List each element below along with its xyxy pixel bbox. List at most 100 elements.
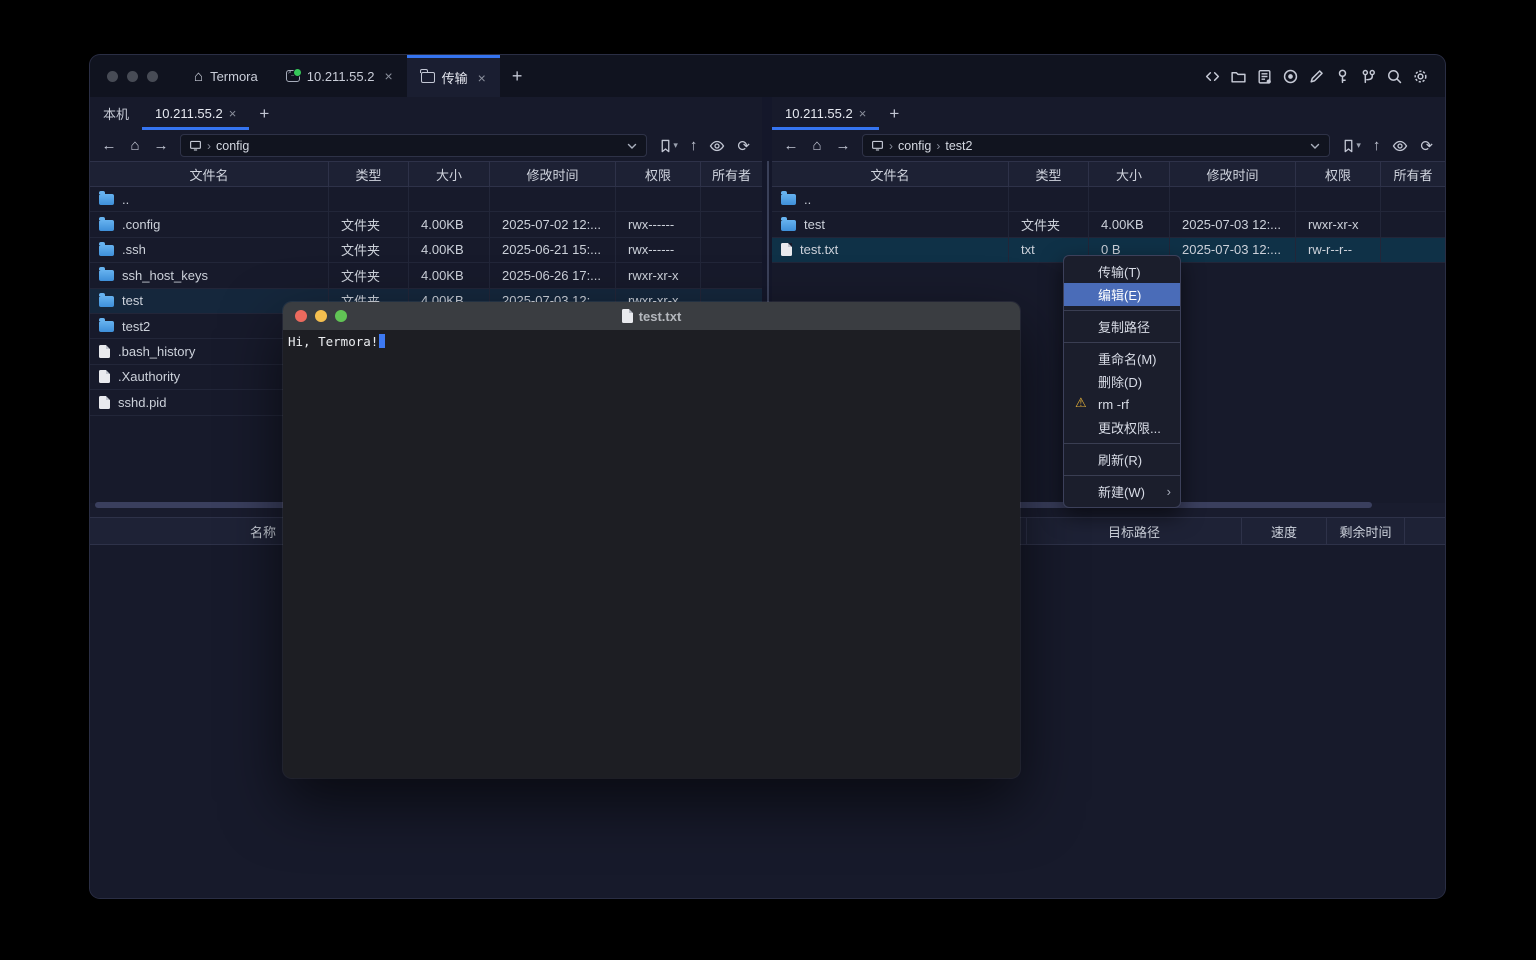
upload-icon[interactable]: ↑ <box>1369 137 1385 154</box>
forward-icon[interactable]: → <box>150 138 172 153</box>
tab-session[interactable]: 10.211.55.2 × <box>272 55 407 97</box>
keychain-icon[interactable] <box>1360 68 1377 85</box>
menu-item-label: rm -rf <box>1098 397 1129 412</box>
bookmark-icon[interactable]: ▾ <box>655 139 682 153</box>
close-window-button[interactable] <box>107 71 118 82</box>
search-icon[interactable] <box>1386 68 1403 85</box>
table-row[interactable]: .config 文件夹 4.00KB 2025-07-02 12:... rwx… <box>90 212 762 237</box>
menu-item-edit[interactable]: 编辑(E) <box>1064 283 1180 306</box>
close-icon[interactable]: × <box>229 106 237 121</box>
column-header-name[interactable]: 文件名 <box>772 162 1009 186</box>
table-row[interactable]: .. <box>90 187 762 212</box>
folder-icon[interactable] <box>1230 68 1247 85</box>
menu-item-rename[interactable]: 重命名(M) <box>1064 347 1180 370</box>
column-header-size[interactable]: 大小 <box>409 162 490 186</box>
file-size <box>409 187 490 211</box>
close-icon[interactable]: × <box>478 70 486 86</box>
table-row[interactable]: .. <box>772 187 1445 212</box>
back-icon[interactable]: ← <box>780 138 802 153</box>
close-window-button[interactable] <box>295 310 307 322</box>
record-icon[interactable] <box>1282 68 1299 85</box>
menu-item-rm-rf[interactable]: ⚠ rm -rf <box>1064 393 1180 416</box>
table-row[interactable]: .ssh 文件夹 4.00KB 2025-06-21 15:... rwx---… <box>90 238 762 263</box>
zoom-window-button[interactable] <box>147 71 158 82</box>
show-hidden-icon[interactable] <box>705 138 729 154</box>
minimize-window-button[interactable] <box>127 71 138 82</box>
folder-icon <box>99 245 114 256</box>
file-icon <box>781 243 792 256</box>
caret-down-icon[interactable]: ▾ <box>673 140 678 151</box>
table-row[interactable]: ssh_host_keys 文件夹 4.00KB 2025-06-26 17:.… <box>90 263 762 288</box>
refresh-icon[interactable]: ⟳ <box>733 137 754 155</box>
column-header-owner[interactable]: 所有者 <box>701 162 762 186</box>
edit-icon[interactable] <box>1308 68 1325 85</box>
minimize-window-button[interactable] <box>315 310 327 322</box>
upload-icon[interactable]: ↑ <box>686 137 702 154</box>
key-icon[interactable] <box>1334 68 1351 85</box>
file-perm: rwx------ <box>616 212 701 236</box>
breadcrumb-segment[interactable]: test2 <box>945 139 972 153</box>
column-header-type[interactable]: 类型 <box>1009 162 1089 186</box>
caret-down-icon[interactable]: ▾ <box>1356 140 1361 151</box>
new-panel-tab-button[interactable]: + <box>879 97 909 130</box>
zoom-window-button[interactable] <box>335 310 347 322</box>
transfer-column-remaining[interactable]: 剩余时间 <box>1327 518 1405 544</box>
column-header-type[interactable]: 类型 <box>329 162 409 186</box>
file-size: 4.00KB <box>409 263 490 287</box>
breadcrumb-segment[interactable]: config <box>898 139 931 153</box>
bookmark-icon[interactable]: ▾ <box>1338 139 1365 153</box>
close-icon[interactable]: × <box>384 68 392 84</box>
right-path-field[interactable]: › config › test2 <box>862 134 1330 157</box>
tab-transfer[interactable]: 传输 × <box>407 55 500 97</box>
file-name: .. <box>804 192 811 207</box>
menu-item-refresh[interactable]: 刷新(R) <box>1064 448 1180 471</box>
column-header-perm[interactable]: 权限 <box>1296 162 1381 186</box>
column-header-name[interactable]: 文件名 <box>90 162 329 186</box>
editor-content[interactable]: Hi, Termora! <box>283 330 1020 353</box>
column-header-mtime[interactable]: 修改时间 <box>1170 162 1296 186</box>
chevron-down-icon[interactable] <box>626 140 638 152</box>
show-hidden-icon[interactable] <box>1388 138 1412 154</box>
menu-item-transfer[interactable]: 传输(T) <box>1064 260 1180 283</box>
file-perm <box>616 187 701 211</box>
settings-icon[interactable] <box>1412 68 1429 85</box>
editor-title: test.txt <box>639 309 682 324</box>
tab-left-session[interactable]: 10.211.55.2 × <box>142 97 249 130</box>
new-panel-tab-button[interactable]: + <box>249 97 279 130</box>
column-header-perm[interactable]: 权限 <box>616 162 701 186</box>
file-mtime: 2025-06-26 17:... <box>490 263 616 287</box>
transfer-column-speed[interactable]: 速度 <box>1242 518 1327 544</box>
transfer-column-target[interactable]: 目标路径 <box>1027 518 1242 544</box>
log-icon[interactable] <box>1256 68 1273 85</box>
tab-right-session-label: 10.211.55.2 <box>785 106 853 121</box>
menu-item-new[interactable]: 新建(W) › <box>1064 480 1180 503</box>
tab-local[interactable]: 本机 <box>90 97 142 130</box>
tab-right-session[interactable]: 10.211.55.2 × <box>772 97 879 130</box>
menu-item-delete[interactable]: 删除(D) <box>1064 370 1180 393</box>
menu-item-change-permissions[interactable]: 更改权限... <box>1064 416 1180 439</box>
file-size: 4.00KB <box>409 212 490 236</box>
column-header-owner[interactable]: 所有者 <box>1381 162 1445 186</box>
left-path-field[interactable]: › config <box>180 134 647 157</box>
new-tab-button[interactable]: + <box>500 55 535 97</box>
code-icon[interactable] <box>1204 68 1221 85</box>
home-icon[interactable]: ⌂ <box>124 138 146 153</box>
back-icon[interactable]: ← <box>98 138 120 153</box>
column-header-mtime[interactable]: 修改时间 <box>490 162 616 186</box>
close-icon[interactable]: × <box>859 106 867 121</box>
editor-titlebar[interactable]: test.txt <box>283 302 1020 330</box>
breadcrumb-segment[interactable]: config <box>216 139 249 153</box>
forward-icon[interactable]: → <box>832 138 854 153</box>
home-icon[interactable]: ⌂ <box>806 138 828 153</box>
menu-item-copy-path[interactable]: 复制路径 <box>1064 315 1180 338</box>
menu-separator <box>1064 443 1180 444</box>
left-panel-tabs: 本机 10.211.55.2 × + <box>90 97 762 130</box>
file-mtime: 2025-07-02 12:... <box>490 212 616 236</box>
tab-home[interactable]: ⌂ Termora <box>180 55 272 97</box>
file-type: 文件夹 <box>329 212 409 236</box>
table-row[interactable]: test 文件夹 4.00KB 2025-07-03 12:... rwxr-x… <box>772 212 1445 237</box>
chevron-down-icon[interactable] <box>1309 140 1321 152</box>
refresh-icon[interactable]: ⟳ <box>1416 137 1437 155</box>
file-owner <box>701 263 762 287</box>
column-header-size[interactable]: 大小 <box>1089 162 1170 186</box>
